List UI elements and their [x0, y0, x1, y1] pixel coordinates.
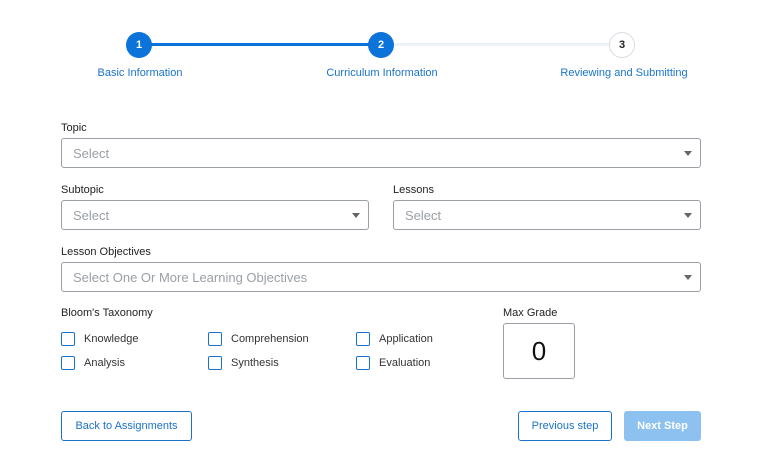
checkbox-box[interactable]: [356, 332, 370, 346]
lessons-placeholder: Select: [405, 208, 442, 223]
objectives-select[interactable]: Select One Or More Learning Objectives: [61, 262, 701, 292]
chevron-down-icon: [352, 213, 360, 218]
checkbox-label: Comprehension: [231, 333, 309, 345]
progress-stepper: 1 2 3 Basic Information Curriculum Infor…: [0, 0, 783, 100]
objectives-label: Lesson Objectives: [61, 246, 151, 258]
checkbox-box[interactable]: [208, 356, 222, 370]
previous-step-button[interactable]: Previous step: [518, 411, 612, 441]
chevron-down-icon: [684, 151, 692, 156]
blooms-taxonomy-label: Bloom's Taxonomy: [61, 307, 153, 319]
subtopic-select[interactable]: Select: [61, 200, 369, 230]
step-3-label[interactable]: Reviewing and Submitting: [560, 67, 687, 79]
lessons-select[interactable]: Select: [393, 200, 701, 230]
checkbox-evaluation[interactable]: Evaluation: [356, 356, 430, 370]
checkbox-label: Application: [379, 333, 433, 345]
topic-label: Topic: [61, 122, 87, 134]
checkbox-label: Synthesis: [231, 357, 279, 369]
checkbox-box[interactable]: [208, 332, 222, 346]
checkbox-box[interactable]: [61, 356, 75, 370]
objectives-placeholder: Select One Or More Learning Objectives: [73, 270, 308, 285]
stepper-progress-line: [140, 43, 382, 46]
step-3-indicator[interactable]: 3: [609, 32, 635, 58]
max-grade-label: Max Grade: [503, 307, 558, 319]
checkbox-box[interactable]: [356, 356, 370, 370]
subtopic-label: Subtopic: [61, 184, 104, 196]
checkbox-box[interactable]: [61, 332, 75, 346]
subtopic-placeholder: Select: [73, 208, 110, 223]
checkbox-label: Evaluation: [379, 357, 431, 369]
step-2-indicator[interactable]: 2: [368, 32, 394, 58]
lessons-label: Lessons: [393, 184, 434, 196]
topic-select[interactable]: Select: [61, 138, 701, 168]
checkbox-knowledge[interactable]: Knowledge: [61, 332, 138, 346]
checkbox-comprehension[interactable]: Comprehension: [208, 332, 309, 346]
checkbox-synthesis[interactable]: Synthesis: [208, 356, 279, 370]
step-1-indicator[interactable]: 1: [126, 32, 152, 58]
stepper-remaining-line: [382, 43, 622, 46]
checkbox-analysis[interactable]: Analysis: [61, 356, 125, 370]
chevron-down-icon: [684, 213, 692, 218]
chevron-down-icon: [684, 275, 692, 280]
max-grade-input[interactable]: 0: [503, 323, 575, 379]
next-step-button[interactable]: Next Step: [624, 411, 701, 441]
step-1-label[interactable]: Basic Information: [98, 67, 183, 79]
checkbox-label: Analysis: [84, 357, 125, 369]
back-to-assignments-button[interactable]: Back to Assignments: [61, 411, 192, 441]
checkbox-label: Knowledge: [84, 333, 139, 345]
topic-placeholder: Select: [73, 146, 110, 161]
checkbox-application[interactable]: Application: [356, 332, 433, 346]
step-2-label[interactable]: Curriculum Information: [326, 67, 437, 79]
